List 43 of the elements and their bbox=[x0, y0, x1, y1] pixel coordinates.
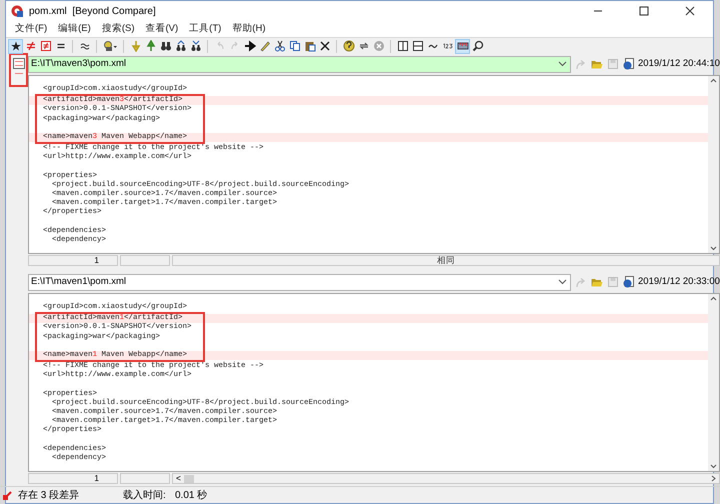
ruler-icon[interactable] bbox=[455, 38, 470, 54]
copy-icon[interactable] bbox=[287, 38, 302, 54]
file-path-field[interactable]: E:\IT\maven1\pom.xml bbox=[28, 274, 571, 290]
scroll-down-icon[interactable] bbox=[710, 464, 717, 469]
status-cell bbox=[120, 473, 170, 484]
scissors-icon[interactable] bbox=[272, 38, 287, 54]
document-icon[interactable] bbox=[623, 58, 634, 70]
scroll-up-icon[interactable] bbox=[710, 296, 717, 301]
line-number: 1 bbox=[28, 473, 118, 484]
file-timestamp: 2019/1/12 20:33:00 bbox=[638, 274, 720, 289]
right-arrow-icon[interactable] bbox=[242, 38, 257, 54]
scroll-thumb[interactable] bbox=[184, 474, 194, 482]
star-icon[interactable] bbox=[8, 38, 23, 54]
menu-item[interactable]: 查看(V) bbox=[145, 22, 178, 36]
load-time: 0.01 秒 bbox=[175, 488, 208, 502]
file-path-field[interactable]: E:\IT\maven3\pom.xml bbox=[28, 56, 571, 72]
vertical-scrollbar[interactable] bbox=[708, 76, 719, 253]
overview-thumbnail[interactable] bbox=[9, 53, 28, 87]
menu-item[interactable]: 工具(T) bbox=[189, 22, 222, 36]
horizontal-scrollbar[interactable]: < bbox=[172, 473, 720, 484]
zoom-icon[interactable] bbox=[470, 38, 485, 54]
not-equal-box-icon[interactable] bbox=[38, 38, 53, 54]
status-cell bbox=[120, 255, 170, 266]
document-icon[interactable] bbox=[623, 276, 634, 288]
menu-item[interactable]: 帮助(H) bbox=[232, 22, 266, 36]
menu-item[interactable]: 编辑(E) bbox=[58, 22, 91, 36]
file-timestamp: 2019/1/12 20:44:10 bbox=[638, 56, 720, 71]
columns-icon[interactable] bbox=[395, 38, 410, 54]
vertical-scrollbar[interactable] bbox=[708, 294, 719, 471]
load-time-label: 载入时间: bbox=[123, 488, 167, 502]
scroll-down-icon[interactable] bbox=[710, 246, 717, 251]
compare-status: 相同 bbox=[172, 255, 720, 266]
rows-icon[interactable] bbox=[410, 38, 425, 54]
difference-icon bbox=[3, 490, 12, 500]
difference-count: 存在 3 段差异 bbox=[18, 488, 80, 502]
scroll-up-icon[interactable] bbox=[710, 78, 717, 83]
line-number: 1 bbox=[28, 255, 118, 266]
menu-item[interactable]: 文件(F) bbox=[15, 22, 48, 36]
scroll-right-icon[interactable] bbox=[710, 475, 716, 482]
menu-item[interactable]: 搜索(S) bbox=[102, 22, 134, 36]
rules-dropdown-icon[interactable] bbox=[101, 38, 119, 54]
app-logo-icon bbox=[11, 5, 23, 17]
window-title: pom.xml [Beyond Compare] bbox=[29, 4, 156, 18]
